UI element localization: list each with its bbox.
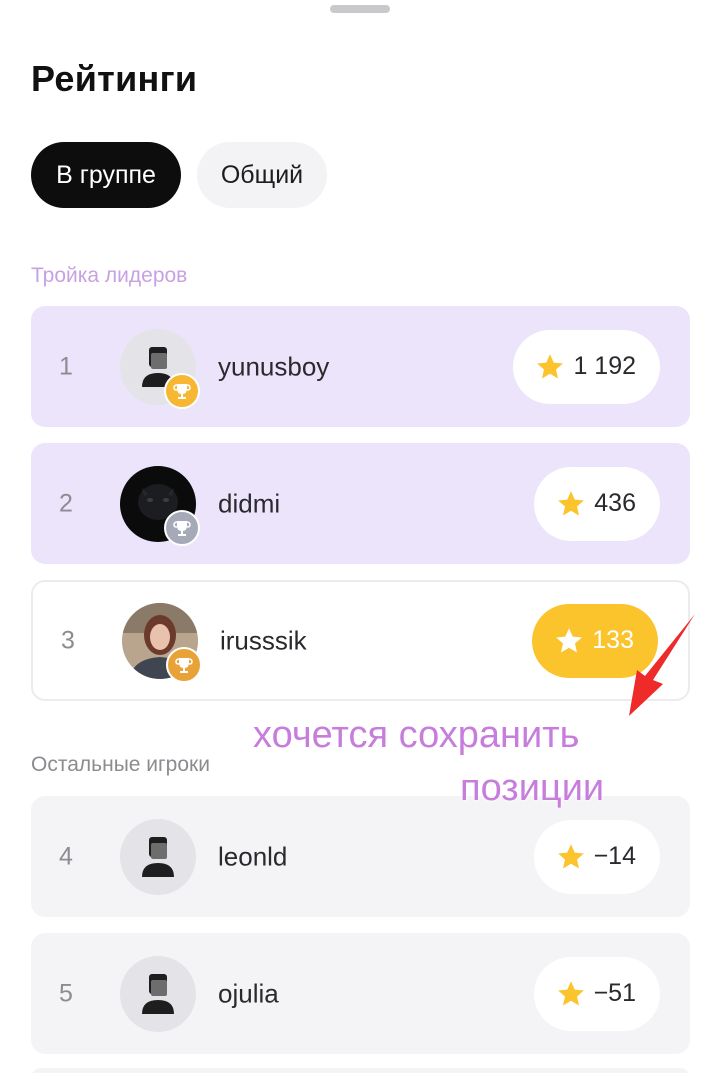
leaderboard-row[interactable]: 1 yunusboy 1 192 [31,306,690,427]
silver-trophy-icon [164,509,200,546]
red-arrow-annotation [629,614,695,716]
score-badge: 1 192 [513,329,660,404]
others-section-label: Остальные игроки [31,753,210,776]
rank-number: 3 [61,626,75,654]
rank-number: 5 [59,979,73,1007]
score-value: −51 [593,979,636,1007]
rank-number: 1 [59,352,73,380]
star-icon [537,353,564,378]
score-badge: −51 [533,956,660,1031]
score-value: 1 192 [573,352,636,380]
rank-number: 4 [59,842,73,870]
leaders-section-label: Тройка лидеров [31,264,188,287]
rank-number: 2 [59,489,73,517]
avatar [120,955,196,1032]
username: irusssik [220,625,307,655]
avatar [122,602,202,683]
leaderboard-row-current-user[interactable]: 3 irusssik 133 [31,580,690,701]
username: didmi [218,488,281,518]
leaderboard-row[interactable]: 4 leonld −14 [31,796,690,917]
score-value: −14 [593,842,636,870]
avatar [120,818,196,895]
bronze-trophy-icon [166,646,202,683]
annotation-text-line2: позиции [460,767,605,809]
leaderboard-row[interactable]: 5 ojulia −51 [31,933,690,1054]
star-icon [558,490,585,515]
star-icon [557,980,584,1005]
default-user-icon [142,973,174,1014]
username: ojulia [218,978,279,1008]
score-badge: 436 [534,466,660,541]
avatar [120,328,200,409]
score-badge: −14 [533,819,660,894]
tab-in-group[interactable]: В группе [31,142,181,208]
star-icon [556,627,583,652]
avatar [120,465,200,546]
username: yunusboy [218,351,330,381]
score-value: 436 [594,489,636,517]
star-icon [557,843,584,868]
gold-trophy-icon [164,372,200,409]
sheet-drag-handle[interactable] [330,5,390,13]
leaderboard-row[interactable]: 2 didmi 436 [31,443,690,564]
leaderboard-row-partial [31,1068,690,1073]
annotation-text-line1: хочется сохранить [253,714,580,756]
tab-overall[interactable]: Общий [197,142,327,208]
page-title: Рейтинги [31,58,198,99]
username: leonld [218,841,288,871]
default-user-icon [142,836,174,877]
